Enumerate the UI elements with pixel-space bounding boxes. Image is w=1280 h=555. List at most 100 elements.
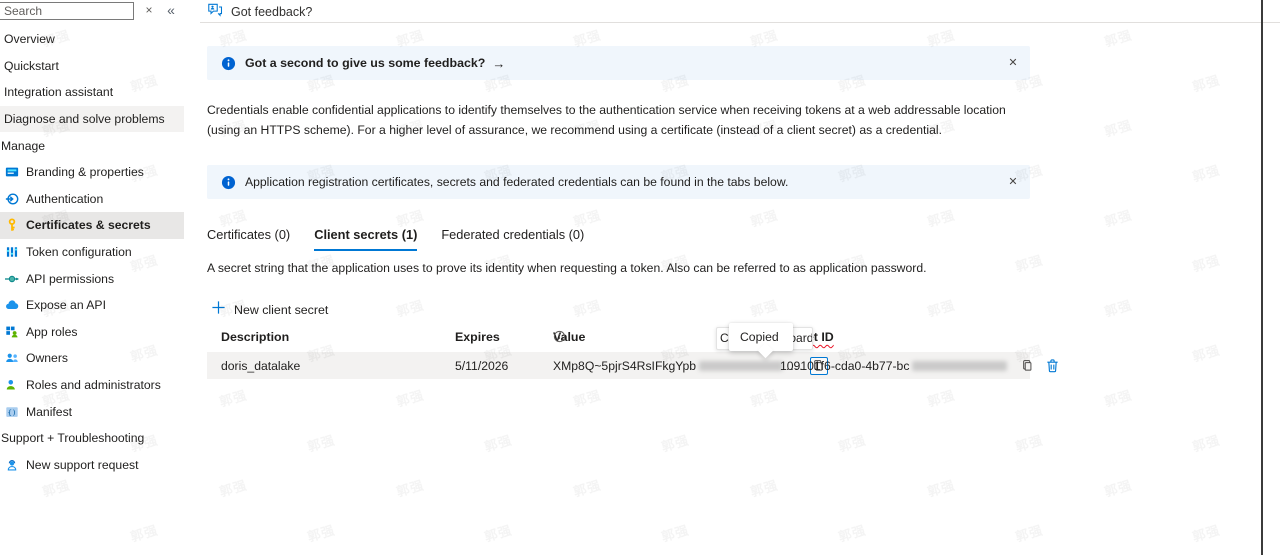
redacted-value-blur [699,361,783,371]
sidebar-item-token-configuration[interactable]: Token configuration [0,239,184,266]
watermark-text: 郭强 [1102,385,1134,411]
tab-certificates-[interactable]: Certificates (0) [207,227,290,251]
copy-secret-id-button[interactable] [1018,357,1036,375]
sidebar-item-certificates-secrets[interactable]: Certificates & secrets [0,212,184,239]
watermark-layer: 郭强郭强郭强郭强郭强郭强郭强郭强郭强郭强郭强郭强郭强郭强郭强郭强郭强郭强郭强郭强… [0,0,1280,555]
feedback-icon [207,2,223,22]
credentials-description-text: Credentials enable confidential applicat… [207,101,1007,140]
commandbar-divider [200,22,1280,23]
secrets-table-header: Description Expires Value Secret ID [207,330,1030,346]
client-secret-description-text: A secret string that the application use… [207,261,1007,275]
redacted-secret-id-blur [912,361,1007,371]
sidebar-item-integration-assistant[interactable]: Integration assistant [0,79,184,106]
delete-secret-button[interactable] [1043,357,1061,375]
watermark-text: 郭强 [659,430,691,456]
branding-icon [5,165,19,179]
search-clear-icon[interactable]: × [141,1,157,19]
sidebar-item-overview[interactable]: Overview [0,26,184,53]
banner-dismiss-button[interactable]: ✕ [1004,54,1022,72]
watermark-text: 郭强 [482,430,514,456]
watermark-text: 郭强 [394,385,426,411]
sidebar-item-label: Owners [26,351,68,365]
authentication-icon [5,192,19,206]
sidebar-item-label: App roles [26,325,78,339]
manifest-icon: {) [5,405,19,419]
info-icon [221,56,236,71]
token-configuration-icon [5,245,19,259]
watermark-text: 郭强 [1190,340,1222,366]
sidebar-item-label: Support + Troubleshooting [1,431,144,445]
watermark-text: 郭强 [394,475,426,501]
column-header-description: Description [221,330,289,344]
watermark-text: 郭强 [305,430,337,456]
tab-federated-credentials-[interactable]: Federated credentials (0) [441,227,584,251]
right-edge-border [1261,0,1263,555]
sidebar-item-label: Integration assistant [4,85,113,99]
column-header-expires: Expires [455,330,500,344]
watermark-text: 郭强 [571,475,603,501]
sidebar-item-owners[interactable]: Owners [0,345,184,372]
sidebar-item-quickstart[interactable]: Quickstart [0,53,184,80]
owners-icon [5,351,19,365]
watermark-text: 郭强 [836,520,868,546]
watermark-text: 郭强 [571,295,603,321]
watermark-text: 郭强 [1190,250,1222,276]
support-request-icon [5,458,19,472]
sidebar-item-new-support-request[interactable]: New support request [0,452,184,479]
watermark-text: 郭强 [925,475,957,501]
sidebar-item-label: Branding & properties [26,165,144,179]
feedback-info-banner: Got a second to give us some feedback? →… [207,46,1030,80]
sidebar-item-expose-an-api[interactable]: Expose an API [0,292,184,319]
new-client-secret-button[interactable]: New client secret [211,300,328,320]
sidebar-item-label: Roles and administrators [26,378,161,392]
sidebar-item-authentication[interactable]: Authentication [0,186,184,213]
watermark-text: 郭强 [1102,295,1134,321]
sidebar-item-api-permissions[interactable]: API permissions [0,265,184,292]
watermark-text: 郭强 [571,385,603,411]
sidebar-item-branding-properties[interactable]: Branding & properties [0,159,184,186]
value-info-icon[interactable] [553,330,566,343]
sidebar-item-label: Expose an API [26,298,106,312]
feedback-banner-text[interactable]: Got a second to give us some feedback? [245,56,485,70]
watermark-text: 郭强 [1102,205,1134,231]
sidebar-section-manage: Manage [0,132,184,159]
secret-id-cell: 109101f6-cda0-4b77-bc [780,357,1061,375]
watermark-text: 郭强 [748,295,780,321]
sidebar-item-label: Token configuration [26,245,132,259]
watermark-text: 郭强 [128,520,160,546]
got-feedback-button[interactable]: Got feedback? [207,2,312,22]
tab-client-secrets-[interactable]: Client secrets (1) [314,227,417,251]
banner-dismiss-button[interactable]: ✕ [1004,173,1022,191]
roles-administrators-icon [5,378,19,392]
secret-table-row: doris_datalake 5/11/2026 XMp8Q~5pjrS4RsI… [207,352,1030,379]
watermark-text: 郭强 [217,385,249,411]
sidebar-item-roles-and-administrators[interactable]: Roles and administrators [0,372,184,399]
secrets-tablist: Certificates (0) Client secrets (1) Federa… [207,227,584,251]
watermark-text: 郭强 [1013,430,1045,456]
watermark-text: 郭强 [1190,160,1222,186]
secret-description-cell: doris_datalake [221,359,300,373]
sidebar-item-label: Manage [1,139,45,153]
watermark-text: 郭强 [659,520,691,546]
app-window: × « Got feedback? OverviewQuickstart Inte… [0,0,1280,555]
watermark-text: 郭强 [925,385,957,411]
watermark-text: 郭强 [1013,520,1045,546]
sidebar-item-label: New support request [26,458,138,472]
info-icon [221,175,236,190]
secret-expires-cell: 5/11/2026 [455,359,508,373]
sidebar-item-diagnose-and-solve-problems[interactable]: Diagnose and solve problems [0,106,184,133]
sidebar-search-input[interactable] [0,2,134,20]
sidebar-item-manifest[interactable]: {) Manifest [0,398,184,425]
plus-icon [211,300,226,320]
arrow-right-icon[interactable]: → [492,56,505,71]
watermark-text: 郭强 [1190,520,1222,546]
sidebar-section-support-troubleshooting: Support + Troubleshooting [0,425,184,452]
sidebar-collapse-icon[interactable]: « [163,0,179,20]
watermark-text: 郭强 [1190,430,1222,456]
cloud-icon [5,298,19,312]
sidebar-item-app-roles[interactable]: App roles [0,319,184,346]
sidebar-item-label: Manifest [26,405,72,419]
new-client-secret-label: New client secret [234,303,328,317]
watermark-text: 郭强 [1102,115,1134,141]
sidebar-nav: OverviewQuickstart Integration assistant D… [0,26,184,478]
